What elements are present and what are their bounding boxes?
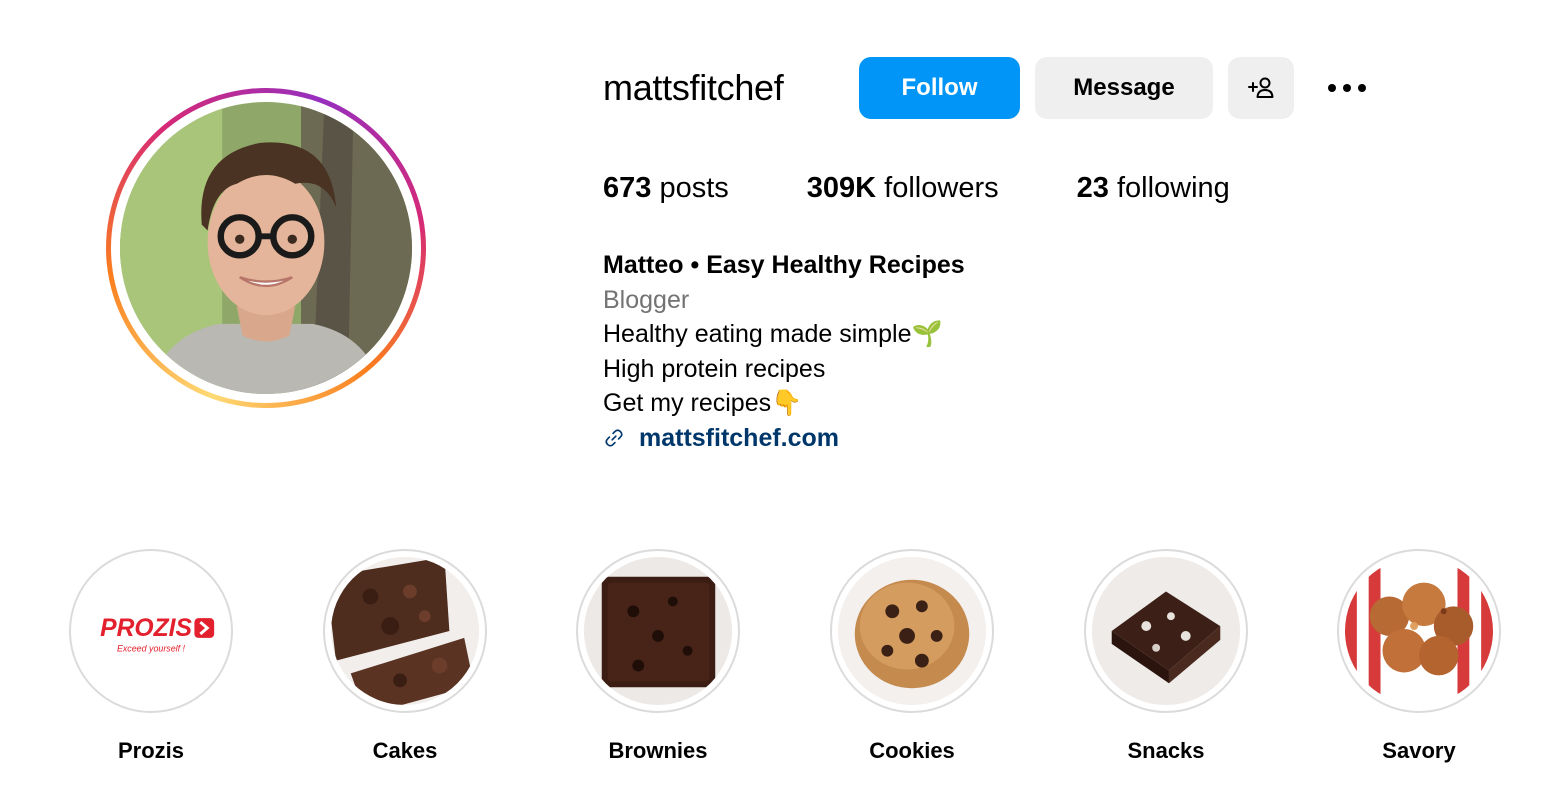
- posts-stat: 673 posts: [603, 172, 729, 205]
- dot: [1328, 84, 1336, 92]
- bio-link-text: mattsfitchef.com: [639, 423, 840, 452]
- prozis-logo-tagline: Exceed yourself !: [117, 644, 186, 654]
- bio-line: High protein recipes: [603, 354, 826, 383]
- avatar-photo-image: [120, 102, 412, 394]
- highlight-snacks[interactable]: Snacks: [1084, 549, 1248, 764]
- posts-label: posts: [659, 172, 729, 204]
- brownies-photo: [584, 557, 732, 705]
- more-options-icon[interactable]: [1328, 57, 1366, 119]
- highlight-cover: PROZIS Exceed yourself !: [69, 549, 233, 713]
- highlight-label: Cookies: [869, 738, 955, 763]
- snacks-photo: [1092, 557, 1240, 705]
- dot: [1358, 84, 1366, 92]
- message-button[interactable]: Message: [1035, 57, 1213, 119]
- profile-header-row: mattsfitchef Follow Message: [603, 57, 1366, 119]
- highlight-cover: [576, 549, 740, 713]
- highlight-brownies[interactable]: Brownies: [576, 549, 740, 764]
- highlight-image: [1345, 557, 1493, 705]
- highlight-cakes[interactable]: Cakes: [323, 549, 487, 764]
- profile-stats: 673 posts 309K followers 23 following: [603, 172, 1308, 205]
- highlight-label: Snacks: [1127, 738, 1205, 763]
- followers-stat[interactable]: 309K followers: [807, 172, 999, 205]
- highlight-prozis[interactable]: PROZIS Exceed yourself ! Prozis: [69, 549, 233, 764]
- highlight-label: Cakes: [372, 738, 438, 763]
- profile-bio: Matteo • Easy Healthy Recipes Blogger He…: [603, 248, 965, 455]
- username: mattsfitchef: [603, 67, 784, 108]
- following-count: 23: [1076, 172, 1109, 204]
- highlight-cover: [323, 549, 487, 713]
- highlight-image: [331, 557, 479, 705]
- suggested-users-button[interactable]: [1228, 57, 1294, 119]
- following-label: following: [1116, 172, 1230, 204]
- add-user-icon: [1248, 77, 1274, 98]
- prozis-logo-image: PROZIS Exceed yourself !: [77, 557, 225, 705]
- prozis-logo-text: PROZIS: [100, 615, 192, 642]
- bio-line: Healthy eating made simple🌱: [603, 320, 943, 348]
- bio-line: Get my recipes👇: [603, 389, 803, 417]
- highlight-cookies[interactable]: Cookies: [830, 549, 994, 764]
- highlight-cover: [830, 549, 994, 713]
- profile-avatar-story-ring[interactable]: [106, 88, 426, 408]
- category-label: Blogger: [603, 285, 690, 314]
- highlight-label: Savory: [1382, 738, 1456, 763]
- cakes-photo: [331, 557, 479, 705]
- avatar-gap: [111, 93, 421, 403]
- highlight-cover: [1337, 549, 1501, 713]
- profile-avatar[interactable]: [120, 102, 412, 394]
- highlight-label: Brownies: [608, 738, 708, 763]
- prozis-logo: PROZIS Exceed yourself !: [77, 557, 225, 705]
- full-name: Matteo • Easy Healthy Recipes: [603, 251, 965, 279]
- highlight-image: [1092, 557, 1240, 705]
- followers-label: followers: [884, 172, 999, 204]
- highlight-image: [838, 557, 986, 705]
- cookies-photo: [838, 557, 986, 705]
- follow-button[interactable]: Follow: [859, 57, 1020, 119]
- dot: [1343, 84, 1351, 92]
- following-stat[interactable]: 23 following: [1077, 172, 1230, 205]
- highlight-savory[interactable]: Savory: [1337, 549, 1501, 764]
- link-icon: [605, 429, 623, 447]
- bio-link[interactable]: mattsfitchef.com: [603, 421, 965, 456]
- posts-count: 673: [603, 172, 652, 204]
- highlight-label: Prozis: [117, 738, 185, 763]
- highlight-image: [584, 557, 732, 705]
- savory-photo: [1345, 557, 1493, 705]
- followers-count: 309K: [806, 172, 877, 204]
- highlight-cover: [1084, 549, 1248, 713]
